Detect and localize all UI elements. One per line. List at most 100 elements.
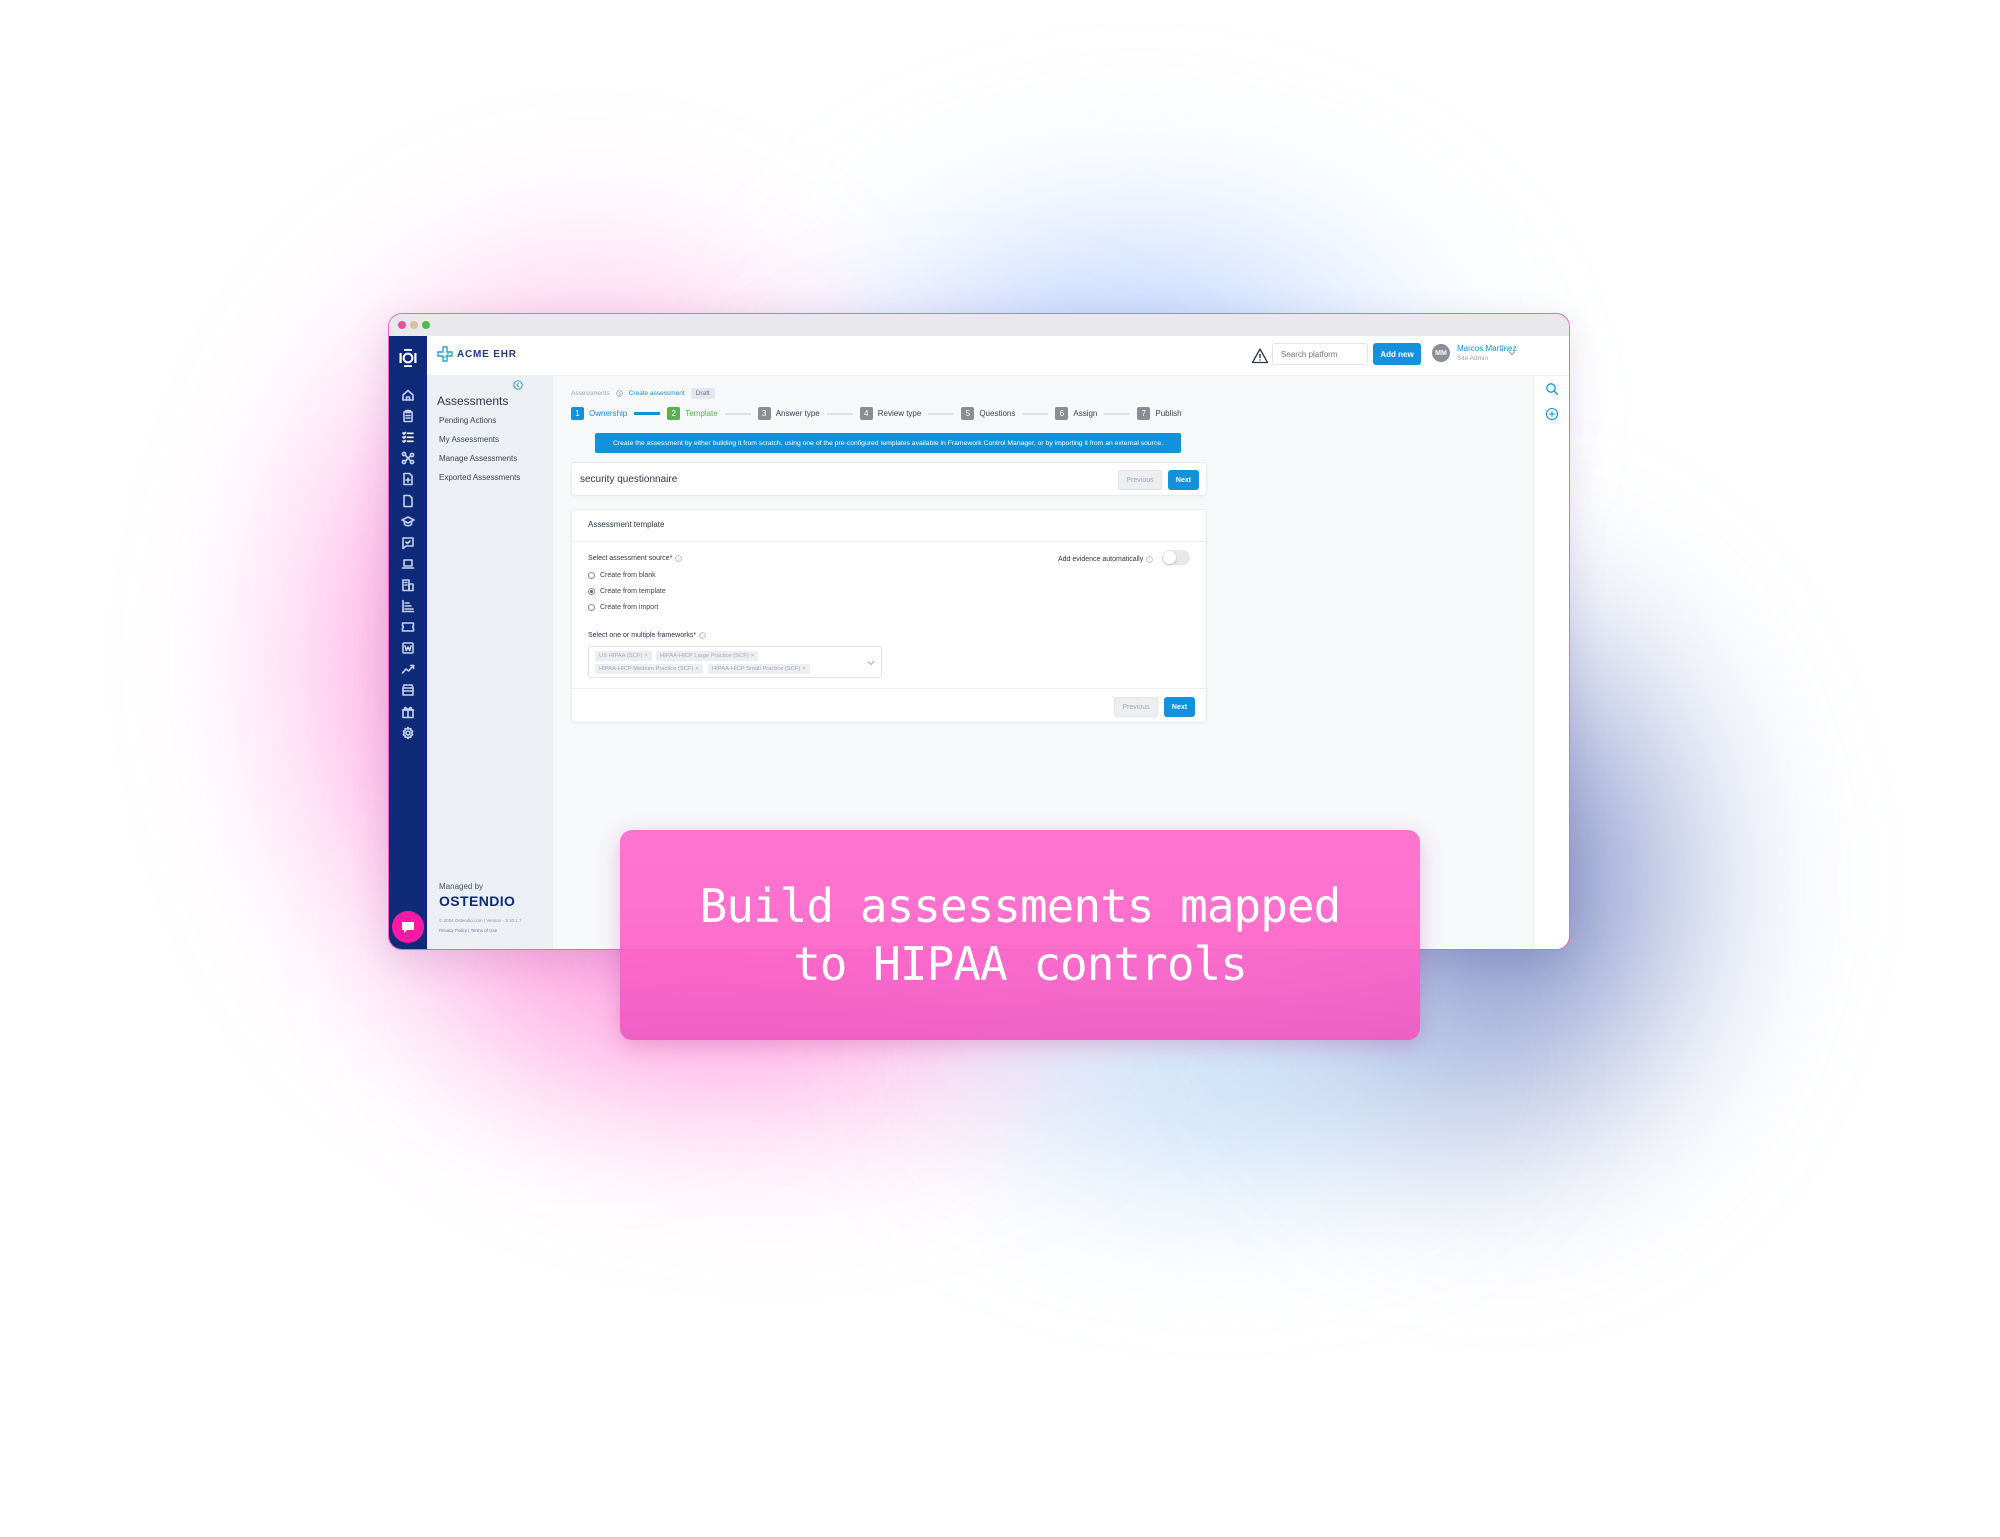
search-platform-input[interactable] (1272, 343, 1368, 365)
assessment-name: security questionnaire (580, 474, 678, 485)
radio-button[interactable] (588, 572, 595, 579)
step-template[interactable]: 2 Template (667, 407, 718, 420)
previous-button-top[interactable]: Previous (1118, 470, 1162, 490)
step-number: 4 (859, 407, 873, 420)
ostendio-logo[interactable] (389, 344, 427, 372)
add-new-button[interactable]: Add new (1373, 343, 1421, 365)
next-button-bottom[interactable]: Next (1164, 697, 1195, 717)
chat-support-button[interactable] (392, 911, 424, 943)
legal-links[interactable]: Privacy Policy | Terms of Use (439, 928, 497, 933)
nav-item-graduation-cap[interactable] (399, 513, 417, 531)
submenu-item-pending-actions[interactable]: Pending Actions (439, 416, 496, 425)
chevron-down-icon[interactable] (1508, 349, 1516, 357)
gear-icon (402, 726, 414, 739)
next-button-top[interactable]: Next (1168, 470, 1199, 490)
window-maximize-button[interactable] (422, 321, 430, 329)
nav-item-store[interactable] (399, 681, 417, 699)
nav-item-laptop[interactable] (399, 555, 417, 573)
radio-create-from-import[interactable]: Create from import (588, 604, 658, 611)
frameworks-multiselect[interactable]: US HIPAA (SCF) × HIPAA-HICP Large Practic… (588, 646, 882, 678)
step-ownership[interactable]: 1 Ownership (571, 407, 627, 420)
nav-item-checklist[interactable] (399, 428, 417, 446)
previous-button-bottom[interactable]: Previous (1114, 697, 1158, 717)
radio-create-from-blank[interactable]: Create from blank (588, 572, 656, 579)
window-minimize-button[interactable] (410, 321, 418, 329)
step-connector (1022, 412, 1049, 415)
nav-item-ticket[interactable] (399, 618, 417, 636)
info-banner: Create the assessment by either building… (595, 433, 1181, 453)
assessment-source-label: Select assessment source* ? (588, 555, 683, 562)
submenu-item-manage-assessments[interactable]: Manage Assessments (439, 454, 517, 463)
nav-item-file[interactable] (399, 492, 417, 510)
help-circle-icon[interactable]: ? (1146, 556, 1153, 563)
brand-logo[interactable]: ACME EHR (437, 346, 517, 362)
nav-item-gift[interactable] (399, 703, 417, 721)
nav-item-gear[interactable] (399, 724, 417, 742)
breadcrumb-root[interactable]: Assessments (571, 390, 610, 397)
assessment-source-label-text: Select assessment source* (588, 555, 673, 562)
step-questions[interactable]: 5 Questions (961, 407, 1015, 420)
step-assign[interactable]: 6 Assign (1055, 407, 1097, 420)
radio-create-from-template[interactable]: Create from template (588, 588, 666, 595)
add-evidence-toggle[interactable] (1162, 550, 1190, 565)
step-label: Answer type (775, 409, 820, 418)
collapse-sidebar-icon[interactable] (513, 380, 523, 390)
step-answer-type[interactable]: 3 Answer type (757, 407, 820, 420)
search-icon[interactable] (1545, 382, 1559, 396)
right-rail (1533, 376, 1569, 949)
nav-item-clipboard[interactable] (399, 407, 417, 425)
chip-remove-icon[interactable]: × (751, 653, 754, 659)
svg-text:?: ? (702, 633, 705, 638)
managed-by-label: Managed by (439, 882, 484, 891)
checklist-icon (402, 431, 414, 443)
submenu-item-exported-assessments[interactable]: Exported Assessments (439, 473, 520, 482)
chevron-down-icon[interactable] (867, 659, 875, 667)
chip-remove-icon[interactable]: × (696, 666, 699, 672)
framework-chip: HIPAA-HICP Medium Practice (SCF) × (595, 664, 703, 674)
warning-triangle-icon[interactable] (1251, 347, 1269, 365)
help-circle-icon[interactable]: ? (675, 555, 683, 562)
nav-item-home[interactable] (399, 386, 417, 404)
step-connector (724, 412, 751, 415)
nav-item-bar-list[interactable] (399, 597, 417, 615)
secondary-sidebar: Assessments Pending Actions My Assessmen… (427, 376, 553, 949)
nav-item-word-doc[interactable] (399, 639, 417, 657)
file-icon (403, 494, 413, 507)
word-doc-icon (402, 642, 414, 654)
step-connector (826, 412, 853, 415)
file-plus-icon (403, 473, 413, 486)
framework-chip: US HIPAA (SCF) × (595, 651, 652, 661)
breadcrumb-current[interactable]: Create assessment (629, 390, 685, 397)
nav-item-building[interactable] (399, 576, 417, 594)
user-avatar[interactable]: MM (1432, 344, 1450, 362)
feature-caption-card: Build assessments mapped to HIPAA contro… (620, 830, 1420, 1040)
brand-name: ACME EHR (457, 348, 517, 360)
submenu-item-my-assessments[interactable]: My Assessments (439, 435, 499, 444)
nav-item-file-plus[interactable] (399, 470, 417, 488)
add-evidence-label-text: Add evidence automatically (1058, 556, 1144, 563)
svg-text:?: ? (678, 556, 681, 561)
step-label: Questions (979, 409, 1016, 418)
step-publish[interactable]: 7 Publish (1137, 407, 1182, 420)
nav-item-network[interactable] (399, 449, 417, 467)
graduation-cap-icon (401, 515, 415, 527)
step-label: Template (685, 409, 718, 418)
add-circle-icon[interactable] (1545, 407, 1559, 421)
radio-button[interactable] (588, 604, 595, 611)
chip-remove-icon[interactable]: × (802, 666, 805, 672)
step-review-type[interactable]: 4 Review type (859, 407, 921, 420)
status-badge: Draft (690, 388, 715, 399)
breadcrumb-separator-icon (615, 390, 623, 397)
clipboard-icon (403, 409, 413, 423)
top-header: ACME EHR Add new MM Marcos Martínez Site… (427, 336, 1569, 376)
toggle-knob (1163, 551, 1176, 564)
step-label: Publish (1155, 409, 1182, 418)
nav-item-message-check[interactable] (399, 534, 417, 552)
help-circle-icon[interactable]: ? (699, 632, 706, 639)
window-close-button[interactable] (398, 321, 406, 329)
nav-item-trending-up[interactable] (399, 660, 417, 678)
assessment-template-card: Assessment template Select assessment so… (571, 509, 1207, 723)
copyright-text: © 2024 Ostendio.com | Version - 3.10.1.7 (439, 918, 522, 923)
chip-remove-icon[interactable]: × (644, 653, 647, 659)
radio-button-checked[interactable] (588, 588, 595, 595)
